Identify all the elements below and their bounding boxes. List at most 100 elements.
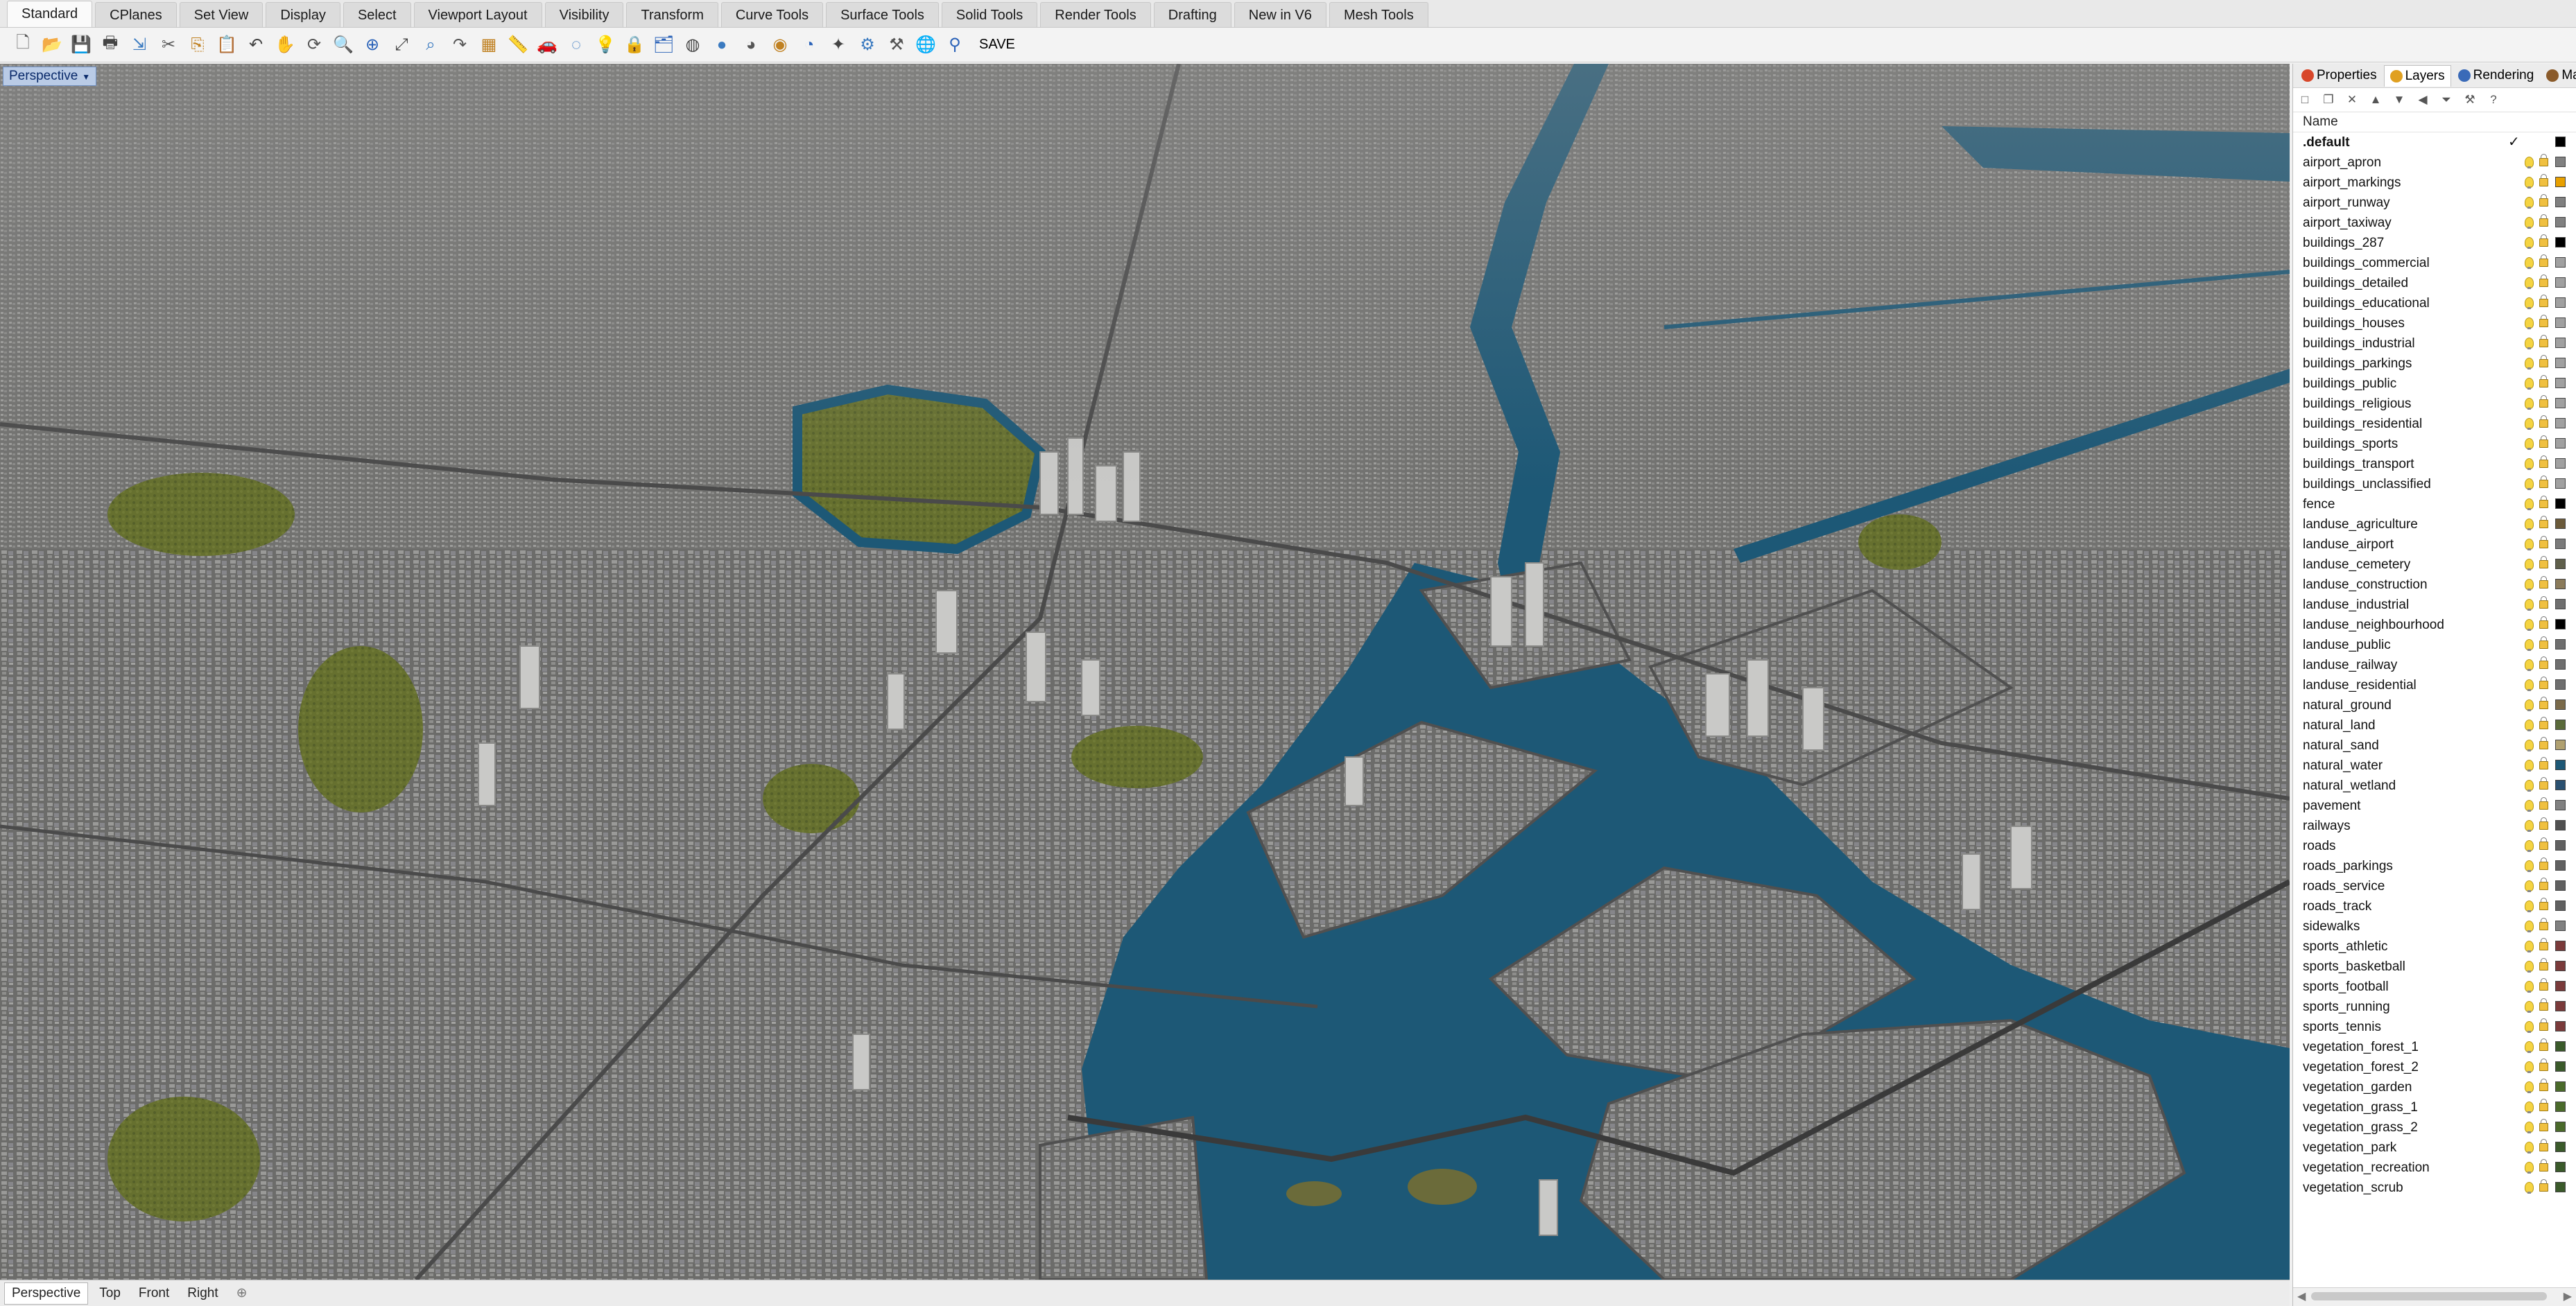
undo-button[interactable]: ↶ xyxy=(243,32,269,58)
menu-tab-standard[interactable]: Standard xyxy=(7,1,93,27)
perspective-viewport[interactable] xyxy=(0,64,2290,1280)
layer-color-swatch[interactable] xyxy=(2555,1081,2566,1092)
copy-button[interactable]: ⎘ xyxy=(184,32,211,58)
menu-tab-curve-tools[interactable]: Curve Tools xyxy=(720,2,824,27)
globe-button[interactable]: 🌐 xyxy=(913,32,939,58)
layer-color-swatch[interactable] xyxy=(2555,740,2566,750)
visibility-bulb-icon[interactable] xyxy=(2525,619,2534,631)
layer-color-swatch[interactable] xyxy=(2555,720,2566,730)
layer-row[interactable]: natural_wetland xyxy=(2293,776,2576,796)
visibility-bulb-icon[interactable] xyxy=(2525,941,2534,952)
color-wheel-button[interactable]: ◍ xyxy=(680,32,706,58)
layer-row[interactable]: landuse_neighbourhood xyxy=(2293,615,2576,635)
layer-row[interactable]: roads_service xyxy=(2293,876,2576,896)
settings-gear-button[interactable]: ⚙ xyxy=(854,32,881,58)
panel-tab-layers[interactable]: Layers xyxy=(2383,64,2451,87)
layer-color-swatch[interactable] xyxy=(2555,1021,2566,1031)
layer-row[interactable]: buildings_educational xyxy=(2293,293,2576,313)
layer-color-swatch[interactable] xyxy=(2555,438,2566,449)
visibility-bulb-icon[interactable] xyxy=(2525,900,2534,912)
layer-row[interactable]: sports_athletic xyxy=(2293,937,2576,957)
visibility-bulb-icon[interactable] xyxy=(2525,720,2534,731)
visibility-bulb-icon[interactable] xyxy=(2525,378,2534,390)
layer-row[interactable]: buildings_houses xyxy=(2293,313,2576,333)
lock-icon[interactable] xyxy=(2539,234,2548,247)
layer-row[interactable]: natural_sand xyxy=(2293,735,2576,756)
layer-row[interactable]: vegetation_grass_1 xyxy=(2293,1097,2576,1117)
menu-tab-new-in-v6[interactable]: New in V6 xyxy=(1234,2,1326,27)
layer-color-swatch[interactable] xyxy=(2555,378,2566,388)
visibility-bulb-icon[interactable] xyxy=(2525,1102,2534,1113)
visibility-bulb-icon[interactable] xyxy=(2525,317,2534,329)
visibility-bulb-icon[interactable] xyxy=(2525,297,2534,309)
import-button[interactable]: ⇲ xyxy=(126,32,153,58)
lock-icon[interactable] xyxy=(2539,958,2548,970)
visibility-bulb-icon[interactable] xyxy=(2525,1142,2534,1153)
lock-button[interactable]: 🔒 xyxy=(621,32,648,58)
layer-row[interactable]: airport_runway xyxy=(2293,193,2576,213)
layer-color-swatch[interactable] xyxy=(2555,1182,2566,1192)
layer-color-swatch[interactable] xyxy=(2555,519,2566,529)
visibility-bulb-icon[interactable] xyxy=(2525,740,2534,751)
lock-icon[interactable] xyxy=(2539,817,2548,830)
new-sublayer-icon[interactable]: ❐ xyxy=(2321,92,2336,107)
lock-icon[interactable] xyxy=(2539,315,2548,327)
lock-icon[interactable] xyxy=(2539,938,2548,950)
visibility-bulb-icon[interactable] xyxy=(2525,699,2534,711)
layer-color-swatch[interactable] xyxy=(2555,498,2566,509)
layer-row[interactable]: buildings_public xyxy=(2293,374,2576,394)
layer-color-swatch[interactable] xyxy=(2555,277,2566,288)
lock-icon[interactable] xyxy=(2539,1159,2548,1172)
redo-view-button[interactable]: ↷ xyxy=(447,32,473,58)
layer-column-header[interactable]: Name xyxy=(2293,112,2576,132)
lock-icon[interactable] xyxy=(2539,415,2548,428)
layer-row[interactable]: landuse_public xyxy=(2293,635,2576,655)
layer-color-swatch[interactable] xyxy=(2555,297,2566,308)
lock-icon[interactable] xyxy=(2539,275,2548,287)
menu-tab-display[interactable]: Display xyxy=(266,2,340,27)
lock-icon[interactable] xyxy=(2539,435,2548,448)
options-button[interactable]: ⚒ xyxy=(883,32,910,58)
lock-icon[interactable] xyxy=(2539,214,2548,227)
layer-row[interactable]: sports_tennis xyxy=(2293,1017,2576,1037)
visibility-bulb-icon[interactable] xyxy=(2525,197,2534,209)
lock-icon[interactable] xyxy=(2539,1099,2548,1111)
layer-row[interactable]: buildings_detailed xyxy=(2293,273,2576,293)
lock-icon[interactable] xyxy=(2539,998,2548,1011)
layer-color-swatch[interactable] xyxy=(2555,358,2566,368)
layer-row[interactable]: vegetation_park xyxy=(2293,1138,2576,1158)
render-button[interactable]: ◔ xyxy=(796,32,822,58)
lock-icon[interactable] xyxy=(2539,355,2548,367)
layer-row[interactable]: landuse_airport xyxy=(2293,534,2576,555)
visibility-bulb-icon[interactable] xyxy=(2525,177,2534,189)
menu-tab-mesh-tools[interactable]: Mesh Tools xyxy=(1329,2,1428,27)
visibility-bulb-icon[interactable] xyxy=(2525,981,2534,993)
car-button[interactable]: 🚗 xyxy=(534,32,560,58)
visibility-bulb-icon[interactable] xyxy=(2525,1081,2534,1093)
add-viewport-icon[interactable]: ⊕ xyxy=(230,1283,254,1304)
layer-color-swatch[interactable] xyxy=(2555,1041,2566,1052)
layer-row[interactable]: airport_taxiway xyxy=(2293,213,2576,233)
zoom-window-button[interactable]: ⊕ xyxy=(359,32,386,58)
layer-row[interactable]: roads xyxy=(2293,836,2576,856)
lock-icon[interactable] xyxy=(2539,375,2548,388)
visibility-bulb-icon[interactable] xyxy=(2525,1122,2534,1133)
layer-color-swatch[interactable] xyxy=(2555,941,2566,951)
zoom-extents-button[interactable]: ⤢ xyxy=(388,32,415,58)
zoom-selected-button[interactable]: ⌕ xyxy=(417,32,444,58)
layer-row[interactable]: airport_apron xyxy=(2293,153,2576,173)
layer-row[interactable]: natural_ground xyxy=(2293,695,2576,715)
layer-color-swatch[interactable] xyxy=(2555,840,2566,851)
layer-row[interactable]: vegetation_grass_2 xyxy=(2293,1117,2576,1138)
layer-row[interactable]: landuse_industrial xyxy=(2293,595,2576,615)
lock-icon[interactable] xyxy=(2539,737,2548,749)
visibility-bulb-icon[interactable] xyxy=(2525,579,2534,591)
layer-color-swatch[interactable] xyxy=(2555,800,2566,810)
visibility-bulb-icon[interactable] xyxy=(2525,559,2534,571)
lock-icon[interactable] xyxy=(2539,194,2548,207)
lock-icon[interactable] xyxy=(2539,154,2548,166)
visibility-bulb-icon[interactable] xyxy=(2525,860,2534,872)
layer-row[interactable]: vegetation_forest_2 xyxy=(2293,1057,2576,1077)
lock-icon[interactable] xyxy=(2539,697,2548,709)
lock-icon[interactable] xyxy=(2539,1079,2548,1091)
